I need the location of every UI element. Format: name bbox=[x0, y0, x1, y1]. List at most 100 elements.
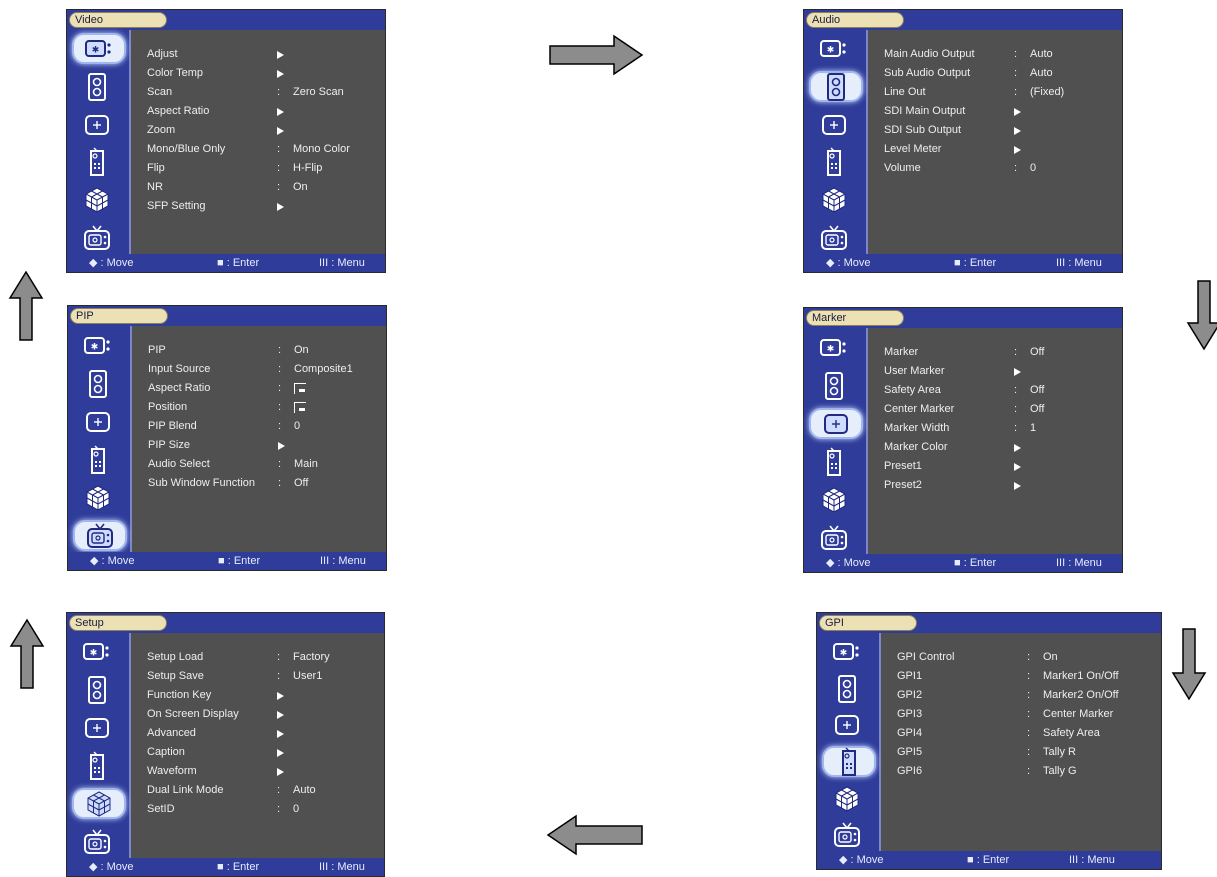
menu-item-label: Zoom bbox=[147, 124, 176, 136]
cube-icon[interactable] bbox=[78, 482, 118, 513]
menu-item[interactable]: Marker Width:1 bbox=[884, 419, 1116, 438]
speaker-icon[interactable] bbox=[77, 674, 117, 705]
tv-icon[interactable] bbox=[73, 520, 127, 551]
menu-item[interactable]: Waveform bbox=[147, 762, 378, 781]
picture-icon[interactable]: ✱ bbox=[814, 33, 854, 64]
cube-icon[interactable] bbox=[827, 783, 867, 814]
footer-menu-hint: III : Menu bbox=[1056, 257, 1102, 269]
menu-item[interactable]: Safety Area: Off bbox=[884, 381, 1116, 400]
menu-item[interactable]: PIP Size bbox=[148, 436, 380, 455]
tv-icon[interactable] bbox=[827, 819, 867, 850]
footer-move-hint: ◆ : Move bbox=[826, 557, 871, 569]
picture-icon[interactable]: ✱ bbox=[77, 636, 117, 667]
menu-item[interactable]: Preset1 bbox=[884, 457, 1116, 476]
menu-title-tab[interactable]: Audio bbox=[806, 12, 904, 28]
cube-icon[interactable] bbox=[72, 788, 126, 819]
menu-item[interactable]: Main Audio Output: Auto bbox=[884, 45, 1116, 64]
picture-icon[interactable]: ✱ bbox=[72, 33, 126, 64]
menu-title-tab[interactable]: Video bbox=[69, 12, 167, 28]
menu-item[interactable]: On Screen Display bbox=[147, 705, 378, 724]
remote-icon[interactable] bbox=[77, 750, 117, 781]
picture-icon[interactable]: ✱ bbox=[814, 332, 854, 363]
speaker-icon[interactable] bbox=[78, 368, 118, 399]
menu-item[interactable]: Audio Select: Main bbox=[148, 455, 380, 474]
picture-icon[interactable]: ✱ bbox=[78, 330, 118, 361]
separator: : bbox=[278, 344, 282, 356]
menu-item[interactable]: Scan: Zero Scan bbox=[147, 83, 379, 102]
menu-item-label: Volume bbox=[884, 162, 921, 174]
remote-icon[interactable] bbox=[822, 746, 876, 777]
remote-icon[interactable] bbox=[814, 446, 854, 477]
menu-item[interactable]: Line Out: (Fixed) bbox=[884, 83, 1116, 102]
menu-title-tab[interactable]: Setup bbox=[69, 615, 167, 631]
cube-icon[interactable] bbox=[77, 184, 117, 215]
menu-item[interactable]: GPI4: Safety Area bbox=[897, 724, 1155, 743]
menu-item[interactable]: Preset2 bbox=[884, 476, 1116, 495]
speaker-icon[interactable] bbox=[827, 673, 867, 704]
menu-item[interactable]: Setup Load: Factory bbox=[147, 648, 378, 667]
speaker-icon[interactable] bbox=[814, 370, 854, 401]
marker-icon[interactable] bbox=[809, 408, 863, 439]
menu-item[interactable]: Advanced bbox=[147, 724, 378, 743]
menu-item[interactable]: NR: On bbox=[147, 178, 379, 197]
menu-item-value: Auto bbox=[1030, 67, 1053, 79]
menu-item[interactable]: SDI Main Output bbox=[884, 102, 1116, 121]
tv-icon[interactable] bbox=[77, 222, 117, 253]
menu-title-tab[interactable]: GPI bbox=[819, 615, 917, 631]
menu-item[interactable]: GPI6: Tally G bbox=[897, 762, 1155, 781]
menu-item[interactable]: User Marker bbox=[884, 362, 1116, 381]
menu-item[interactable]: GPI1: Marker1 On/Off bbox=[897, 667, 1155, 686]
menu-item-label: Setup Load bbox=[147, 651, 204, 663]
separator: : bbox=[277, 86, 281, 98]
menu-item[interactable]: Input Source: Composite1 bbox=[148, 360, 380, 379]
menu-title-tab[interactable]: PIP bbox=[70, 308, 168, 324]
marker-icon[interactable] bbox=[78, 406, 118, 437]
marker-icon[interactable] bbox=[814, 109, 854, 140]
menu-item[interactable]: Marker Color bbox=[884, 438, 1116, 457]
menu-item[interactable]: Volume:0 bbox=[884, 159, 1116, 178]
menu-item[interactable]: Level Meter bbox=[884, 140, 1116, 159]
menu-item[interactable]: SetID:0 bbox=[147, 800, 378, 819]
marker-icon[interactable] bbox=[77, 109, 117, 140]
menu-item[interactable]: Aspect Ratio: bbox=[148, 379, 380, 398]
menu-item[interactable]: Flip: H-Flip bbox=[147, 159, 379, 178]
menu-item[interactable]: GPI Control: On bbox=[897, 648, 1155, 667]
remote-icon[interactable] bbox=[78, 444, 118, 475]
menu-item[interactable]: Center Marker: Off bbox=[884, 400, 1116, 419]
menu-item[interactable]: Dual Link Mode: Auto bbox=[147, 781, 378, 800]
menu-item[interactable]: Caption bbox=[147, 743, 378, 762]
menu-item[interactable]: Color Temp bbox=[147, 64, 379, 83]
marker-icon[interactable] bbox=[77, 712, 117, 743]
picture-icon[interactable]: ✱ bbox=[827, 636, 867, 667]
menu-item[interactable]: Marker: Off bbox=[884, 343, 1116, 362]
marker-icon[interactable] bbox=[827, 709, 867, 740]
menu-item[interactable]: SDI Sub Output bbox=[884, 121, 1116, 140]
menu-item[interactable]: Position: bbox=[148, 398, 380, 417]
menu-item[interactable]: PIP Blend:0 bbox=[148, 417, 380, 436]
tv-icon[interactable] bbox=[77, 826, 117, 857]
cube-icon[interactable] bbox=[814, 484, 854, 515]
tv-icon[interactable] bbox=[814, 522, 854, 553]
arrow-left-icon bbox=[546, 814, 643, 856]
speaker-icon[interactable] bbox=[77, 71, 117, 102]
menu-item[interactable]: SFP Setting bbox=[147, 197, 379, 216]
menu-item-value: Main bbox=[294, 458, 318, 470]
cube-icon[interactable] bbox=[814, 184, 854, 215]
speaker-icon[interactable] bbox=[809, 71, 863, 102]
menu-title-tab[interactable]: Marker bbox=[806, 310, 904, 326]
menu-item[interactable]: Setup Save: User1 bbox=[147, 667, 378, 686]
tv-icon[interactable] bbox=[814, 222, 854, 253]
remote-icon[interactable] bbox=[814, 146, 854, 177]
menu-item[interactable]: Mono/Blue Only: Mono Color bbox=[147, 140, 379, 159]
remote-icon[interactable] bbox=[77, 146, 117, 177]
menu-item[interactable]: Function Key bbox=[147, 686, 378, 705]
menu-item[interactable]: GPI5: Tally R bbox=[897, 743, 1155, 762]
menu-item[interactable]: Zoom bbox=[147, 121, 379, 140]
menu-item[interactable]: GPI2: Marker2 On/Off bbox=[897, 686, 1155, 705]
menu-item[interactable]: Aspect Ratio bbox=[147, 102, 379, 121]
menu-item[interactable]: Sub Audio Output: Auto bbox=[884, 64, 1116, 83]
menu-item[interactable]: PIP: On bbox=[148, 341, 380, 360]
menu-item[interactable]: GPI3: Center Marker bbox=[897, 705, 1155, 724]
menu-item[interactable]: Sub Window Function: Off bbox=[148, 474, 380, 493]
menu-item[interactable]: Adjust bbox=[147, 45, 379, 64]
